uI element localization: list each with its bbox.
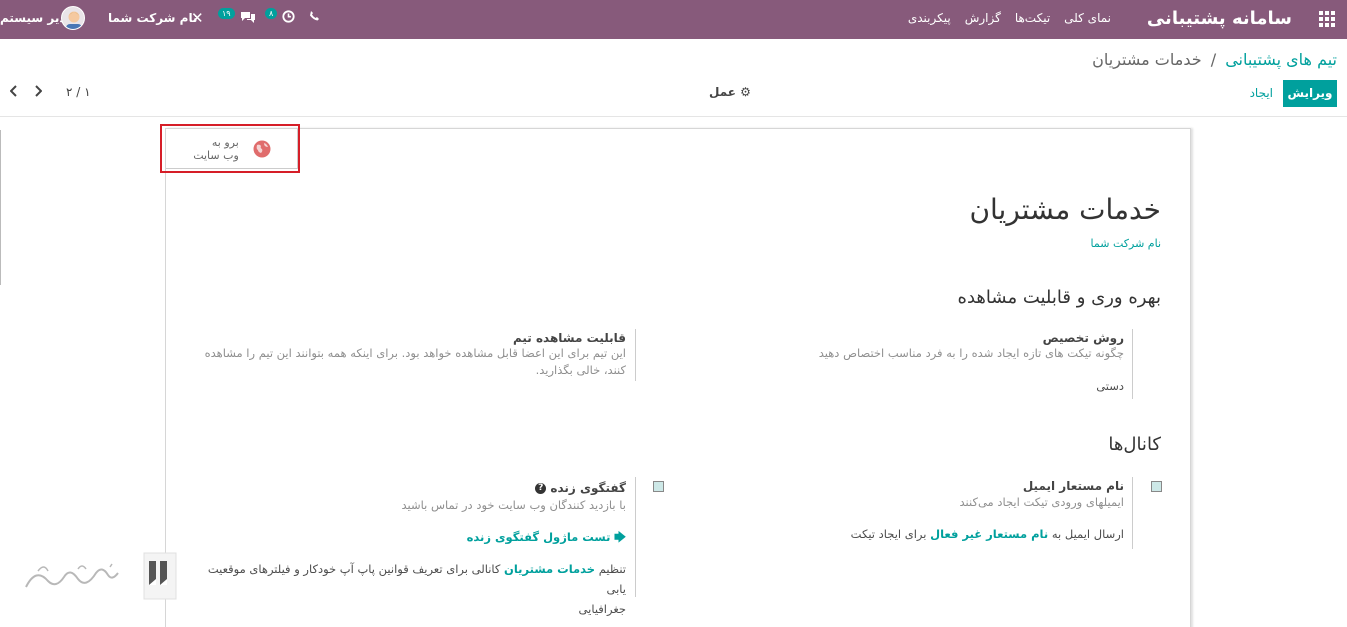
highlight-box <box>160 124 300 173</box>
activities-badge: ۸ <box>265 8 278 19</box>
setting-divider <box>1132 477 1133 549</box>
email-alias-title: نام مستعار ایمیل <box>1022 479 1124 493</box>
pager-previous-icon[interactable] <box>9 85 18 101</box>
assignment-help: چگونه تیکت های تازه ایجاد شده را به فرد … <box>818 346 1124 360</box>
close-icon[interactable]: ✕ <box>191 9 204 27</box>
form-title[interactable]: خدمات مشتریان <box>969 193 1161 226</box>
activities-menu[interactable]: ۸ <box>265 8 295 27</box>
breadcrumb-current: خدمات مشتریان <box>1092 50 1202 69</box>
company-field[interactable]: نام شرکت شما <box>1091 237 1161 250</box>
assignment-title: روش تخصیص <box>1042 331 1124 345</box>
email-alias-help: ایمیلهای ورودی تیکت ایجاد می‌کنند <box>959 495 1125 509</box>
breadcrumb-separator: / <box>1210 50 1217 69</box>
arrow-right-icon: 🡆 <box>614 530 626 544</box>
pager-next-icon[interactable] <box>34 85 43 101</box>
livechat-config-line-2: جغرافیایی <box>578 602 626 616</box>
assignment-method-value[interactable]: دستی <box>1096 379 1124 393</box>
visibility-help-line-1: این تیم برای این اعضا قابل مشاهده خواهد … <box>204 346 626 360</box>
systray: مدیر سیستم نام شرکت شما ✕ ۱۹ ۸ <box>0 0 340 39</box>
setting-divider <box>635 477 636 597</box>
user-avatar[interactable] <box>61 6 85 30</box>
watermark-logo <box>25 552 177 600</box>
menu-item-tickets[interactable]: تیکت‌ها <box>1015 11 1050 25</box>
livechat-test-label: تست ماژول گفتگوی زنده <box>466 530 611 544</box>
form-sheet: برو به وب سایت خدمات مشتریان نام شرکت شم… <box>165 128 1191 627</box>
livechat-title: گفتگوی زنده <box>550 481 626 495</box>
menu-item-reporting[interactable]: گزارش <box>965 11 1001 25</box>
action-label: عمل <box>709 85 736 99</box>
section-productivity: بهره وری و قابلیت مشاهده <box>957 287 1161 308</box>
email-alias-status: ارسال ایمیل به نام مستعار غیر فعال برای … <box>851 527 1124 541</box>
phone-icon[interactable] <box>309 10 320 24</box>
visibility-help-line-2: کنند، خالی بگذارید. <box>535 363 626 377</box>
top-navbar: سامانه پشتیبانی نمای کلی تیکت‌ها گزارش پ… <box>0 0 1347 39</box>
create-button[interactable]: ایجاد <box>1250 86 1273 100</box>
apps-menu-icon[interactable] <box>1319 11 1335 27</box>
menu-item-configuration[interactable]: پیکربندی <box>908 11 951 25</box>
menu-item-overview[interactable]: نمای کلی <box>1064 11 1111 25</box>
main-menu: نمای کلی تیکت‌ها گزارش پیکربندی <box>908 11 1111 25</box>
pager-value[interactable]: ۲ / ۱ <box>66 85 91 99</box>
help-icon[interactable]: ? <box>535 483 547 494</box>
setting-divider <box>1132 329 1133 399</box>
livechat-help: با بازدید کنندگان وب سایت خود در تماس با… <box>401 498 626 512</box>
control-panel-divider <box>0 116 1347 117</box>
email-alias-link[interactable]: نام مستعار غیر فعال <box>930 527 1048 541</box>
livechat-title-row: گفتگوی زنده ? <box>535 481 626 495</box>
livechat-config: تنظیم خدمات مشتریان کانالی برای تعریف قو… <box>186 559 626 619</box>
section-channels: کانال‌ها <box>1108 434 1161 455</box>
livechat-config-link[interactable]: خدمات مشتریان <box>504 562 595 576</box>
email-alias-checkbox[interactable] <box>1151 481 1162 492</box>
livechat-checkbox[interactable] <box>653 481 664 492</box>
gear-icon: ⚙ <box>740 85 751 99</box>
visibility-title: قابلیت مشاهده تیم <box>512 331 626 345</box>
app-brand[interactable]: سامانه پشتیبانی <box>1147 8 1292 29</box>
livechat-config-pre: تنظیم <box>598 562 626 576</box>
left-rail <box>0 130 1 285</box>
company-switcher[interactable]: نام شرکت شما <box>108 11 197 25</box>
email-alias-text-post: برای ایجاد تیکت <box>850 527 927 541</box>
livechat-test-link[interactable]: 🡆 تست ماژول گفتگوی زنده <box>467 530 626 549</box>
breadcrumb: تیم های پشتیبانی / خدمات مشتریان <box>1092 50 1337 69</box>
action-menu[interactable]: عمل ⚙ <box>709 85 751 99</box>
chat-icon <box>240 12 255 23</box>
breadcrumb-parent[interactable]: تیم های پشتیبانی <box>1225 50 1337 69</box>
clock-icon <box>282 10 295 23</box>
email-alias-text-pre: ارسال ایمیل به <box>1051 527 1124 541</box>
edit-button[interactable]: ویرایش <box>1283 80 1337 107</box>
messages-badge: ۱۹ <box>218 8 235 19</box>
setting-divider <box>635 329 636 381</box>
messages-menu[interactable]: ۱۹ <box>218 8 256 27</box>
